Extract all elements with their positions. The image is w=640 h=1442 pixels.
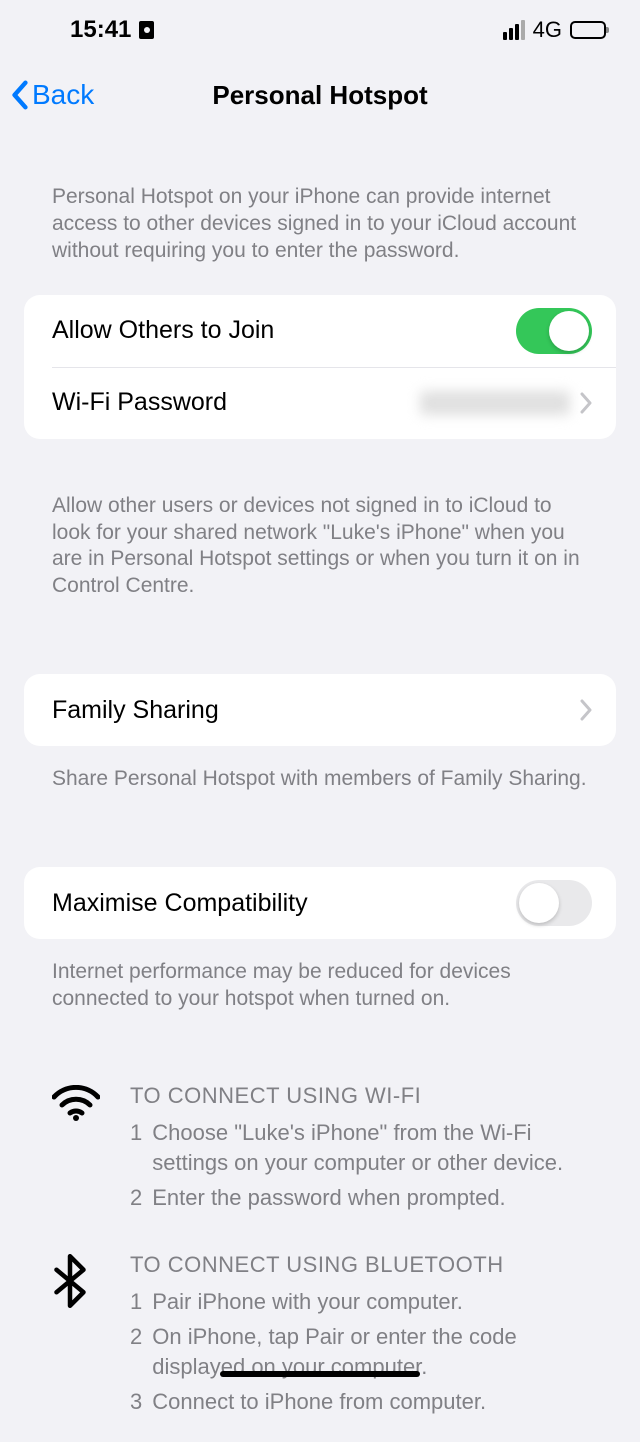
signal-icon	[503, 20, 525, 40]
network-label: 4G	[533, 17, 562, 43]
compat-label: Maximise Compatibility	[52, 889, 516, 918]
connect-wifi-step-2: 2Enter the password when prompted.	[130, 1183, 588, 1214]
allow-others-row: Allow Others to Join	[24, 295, 616, 367]
connect-bt-step-1: 1Pair iPhone with your computer.	[130, 1287, 588, 1318]
chevron-right-icon	[580, 392, 592, 414]
status-right: 4G	[503, 17, 606, 43]
hotspot-group: Allow Others to Join Wi-Fi Password	[24, 295, 616, 439]
connect-wifi-heading: TO CONNECT USING WI-FI	[130, 1081, 588, 1112]
status-left: 15:41	[70, 16, 154, 44]
bluetooth-icon	[52, 1250, 100, 1422]
wifi-password-label: Wi-Fi Password	[52, 388, 420, 417]
compat-footer: Internet performance may be reduced for …	[0, 949, 640, 1025]
connect-wifi-block: TO CONNECT USING WI-FI 1Choose "Luke's i…	[0, 1069, 640, 1238]
chevron-right-icon	[580, 699, 592, 721]
allow-others-label: Allow Others to Join	[52, 316, 516, 345]
wifi-password-row[interactable]: Wi-Fi Password	[24, 367, 616, 439]
connect-wifi-step-1: 1Choose "Luke's iPhone" from the Wi-Fi s…	[130, 1118, 588, 1180]
allow-others-footer: Allow other users or devices not signed …	[0, 483, 640, 613]
family-sharing-footer: Share Personal Hotspot with members of F…	[0, 756, 640, 805]
compat-group: Maximise Compatibility	[24, 867, 616, 939]
wifi-password-value	[420, 391, 570, 415]
back-button[interactable]: Back	[10, 79, 94, 111]
connect-bt-step-3: 3Connect to iPhone from computer.	[130, 1387, 588, 1418]
intro-description: Personal Hotspot on your iPhone can prov…	[0, 174, 640, 277]
family-sharing-row[interactable]: Family Sharing	[24, 674, 616, 746]
sim-icon	[139, 21, 154, 39]
status-time: 15:41	[70, 16, 131, 44]
compat-toggle[interactable]	[516, 880, 592, 926]
page-title: Personal Hotspot	[0, 80, 640, 111]
allow-others-toggle[interactable]	[516, 308, 592, 354]
family-sharing-label: Family Sharing	[52, 696, 580, 725]
status-bar: 15:41 4G	[0, 0, 640, 60]
connect-bt-heading: TO CONNECT USING BLUETOOTH	[130, 1250, 588, 1281]
chevron-left-icon	[10, 80, 30, 110]
connect-bluetooth-block: TO CONNECT USING BLUETOOTH 1Pair iPhone …	[0, 1238, 640, 1442]
back-label: Back	[32, 79, 94, 111]
nav-header: Back Personal Hotspot	[0, 60, 640, 130]
wifi-icon	[52, 1081, 100, 1218]
home-indicator[interactable]	[220, 1371, 420, 1377]
compat-row: Maximise Compatibility	[24, 867, 616, 939]
family-sharing-group: Family Sharing	[24, 674, 616, 746]
battery-icon	[570, 21, 606, 39]
